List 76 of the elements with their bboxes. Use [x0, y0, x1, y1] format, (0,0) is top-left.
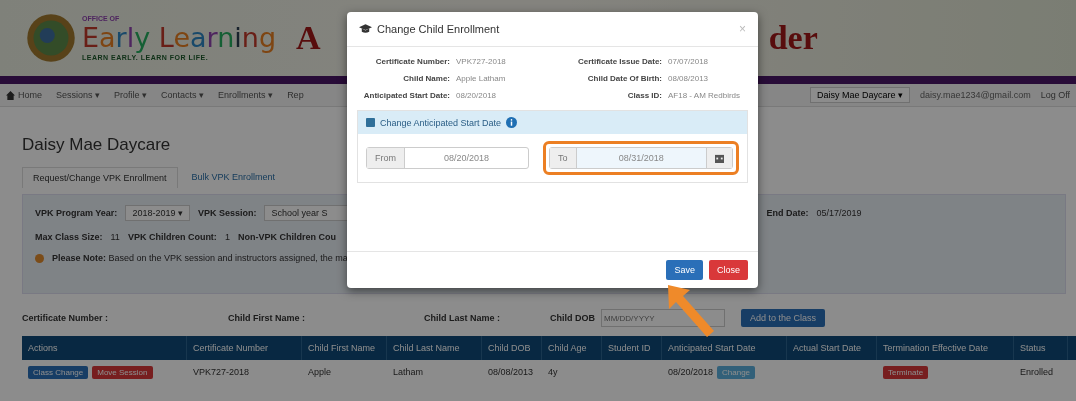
field-label: VPK Session: — [197, 208, 257, 218]
field-label: Child DOB — [550, 313, 595, 323]
column-header: Child First Name — [302, 336, 387, 360]
field-label: Certificate Number: — [374, 57, 450, 66]
action-button[interactable]: Class Change — [28, 365, 89, 379]
field-label: Certificate Issue Date: — [576, 57, 662, 66]
field-value: 1 — [224, 232, 230, 242]
seal-icon — [26, 13, 76, 63]
table-cell-text: Apple — [307, 367, 333, 377]
modal-title: Change Child Enrollment — [377, 23, 500, 35]
column-header: Child DOB — [482, 336, 542, 360]
field-label: Certificate Number : — [22, 313, 110, 323]
column-header: Child Last Name — [387, 336, 482, 360]
nav-link[interactable]: Home — [6, 90, 42, 100]
action-button[interactable]: Move Session — [92, 365, 153, 379]
nav-link[interactable]: Sessions ▾ — [56, 90, 101, 100]
field-label: Child First Name : — [228, 313, 306, 323]
table-cell-text: 4y — [547, 367, 559, 377]
column-header: Actions — [22, 336, 187, 360]
column-header: Actual Start Date — [787, 336, 877, 360]
tab[interactable]: Request/Change VPK Enrollment — [22, 167, 178, 188]
dialog-button[interactable]: Save — [666, 260, 703, 280]
column-header: Child Age — [542, 336, 602, 360]
field-value: AF18 - AM Redbirds — [668, 91, 742, 100]
field-value: 07/07/2018 — [668, 57, 710, 66]
field-label: Child Name: — [402, 74, 450, 83]
field-label: Child Date Of Birth: — [586, 74, 662, 83]
close-button[interactable]: × — [739, 22, 746, 36]
site-title: der — [768, 19, 818, 57]
add-class-button[interactable]: Add to the Class — [741, 309, 826, 327]
graduation-cap-icon — [359, 24, 372, 34]
field-value: VPK727-2018 — [456, 57, 507, 66]
dob-field[interactable]: MM/DD/YYYY — [601, 309, 725, 327]
field-label: End Date: — [766, 208, 809, 218]
terminate-button[interactable]: Terminate — [883, 365, 929, 379]
field-value: 08/20/2018 — [456, 91, 498, 100]
table-cell: 08/20/2018 — [668, 367, 714, 377]
change-button[interactable]: Change — [717, 365, 756, 379]
table-cell-text: 08/08/2013 — [487, 367, 535, 377]
nav-link[interactable]: Profile ▾ — [114, 90, 148, 100]
end-date: 05/17/2019 — [816, 208, 862, 218]
column-header: Certificate Number — [187, 336, 302, 360]
user-email: daisy.mae1234@gmail.com — [920, 90, 1031, 100]
to-date-field[interactable]: To 08/31/2018 — [549, 147, 733, 169]
table-cell-text: Enrolled — [1019, 367, 1055, 377]
field-label: VPK Children Count: — [127, 232, 217, 242]
logo-name: Early Learning — [82, 22, 277, 54]
nav-link[interactable]: Rep — [287, 90, 304, 100]
table-cell-text: VPK727-2018 — [192, 367, 251, 377]
nav-link[interactable]: Enrollments ▾ — [218, 90, 274, 100]
column-header: Student ID — [602, 336, 662, 360]
field-value: 11 — [110, 232, 120, 242]
logoff-link[interactable]: Log Off — [1040, 90, 1070, 100]
page-title: Daisy Mae Daycare — [22, 135, 172, 155]
program-year-select[interactable]: 2018-2019 ▾ — [125, 205, 190, 221]
field-label: VPK Program Year: — [35, 208, 118, 218]
dialog-button[interactable]: Close — [709, 260, 748, 280]
field-label: Anticipated Start Date: — [362, 91, 450, 100]
tab[interactable]: Bulk VPK Enrollment — [181, 167, 286, 188]
nav-link[interactable]: Contacts ▾ — [161, 90, 205, 100]
field-value: Apple Latham — [456, 74, 507, 83]
column-header: Termination Effective Date — [877, 336, 1014, 360]
from-date-field[interactable]: From 08/20/2018 — [366, 147, 529, 169]
panel-title: Change Anticipated Start Date — [380, 117, 502, 128]
field-label: Child Last Name : — [424, 313, 501, 323]
table-cell-text: Latham — [392, 367, 425, 377]
site-title: A — [296, 19, 321, 57]
note-text: Please Note: Based on the VPK session and instructors assigned, the ma — [52, 253, 348, 263]
field-label: Class ID: — [626, 91, 662, 100]
field-label: Non-VPK Children Cou — [237, 232, 336, 242]
column-header: Status — [1014, 336, 1068, 360]
info-icon — [506, 117, 518, 128]
field-value: 08/08/2013 — [668, 74, 710, 83]
home-icon — [6, 90, 15, 100]
provider-dropdown[interactable]: Daisy Mae Daycare ▾ — [810, 87, 911, 103]
field-label: Max Class Size: — [35, 232, 103, 242]
